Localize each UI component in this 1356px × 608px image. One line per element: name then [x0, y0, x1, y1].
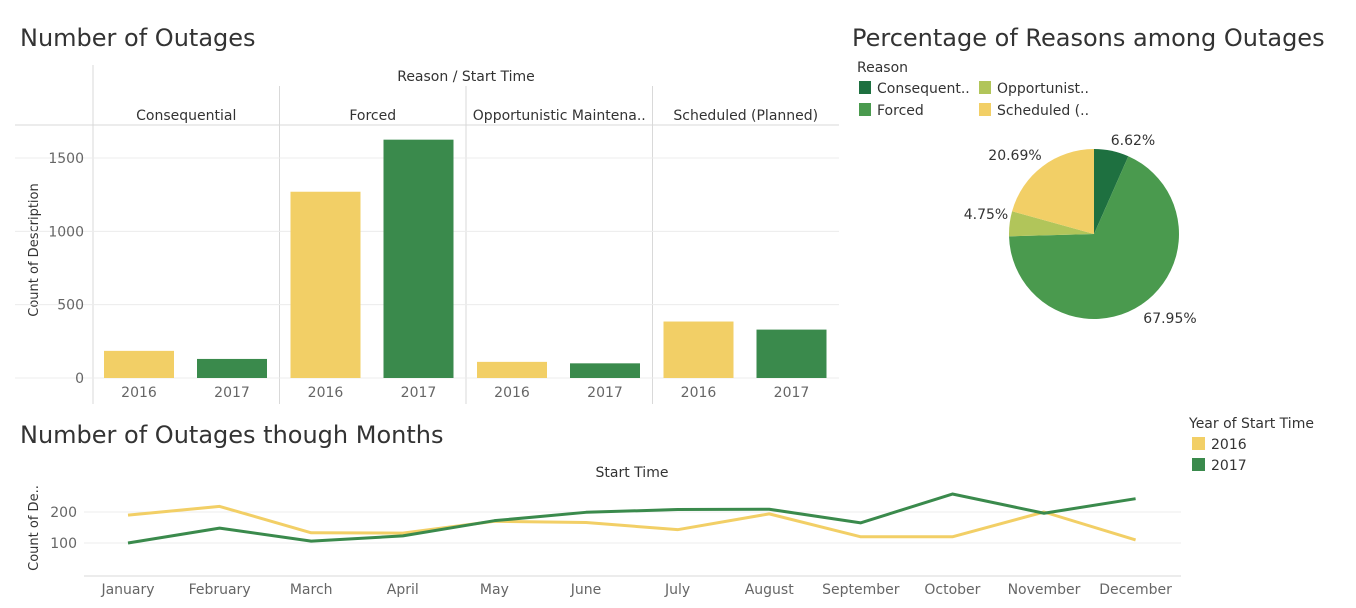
bar-groups: Consequential 2016 2017 Forced 2016 2017 Oppor…: [104, 108, 827, 401]
bar: [477, 361, 547, 378]
pie-legend-title: Reason: [857, 60, 908, 76]
line-gridlines: [84, 511, 1181, 577]
bar-chart: Number of Outages Reason / Start Time Co…: [15, 24, 839, 404]
bar: [197, 358, 267, 378]
year-legend: 2016 2017: [1192, 437, 1247, 474]
line-y-tick-label: 100: [50, 536, 77, 552]
bar: [290, 191, 361, 378]
pie-slice-label: 4.75%: [964, 207, 1008, 223]
pie-chart: Percentage of Reasons among Outages Reas…: [852, 24, 1325, 327]
bar-x-tick-label: 2017: [587, 385, 623, 401]
line-y-axis-title: Count of De..: [27, 485, 42, 571]
line-y-ticks: 100 200: [50, 505, 77, 552]
pie-legend-label: Forced: [877, 103, 924, 119]
line-x-tick-label: March: [290, 582, 333, 598]
bar-group-label: Consequential: [136, 108, 236, 124]
line-x-tick-label: January: [100, 582, 154, 598]
bar-x-tick-label: 2016: [494, 385, 530, 401]
pie-slice-label: 67.95%: [1143, 311, 1196, 327]
line-chart-title: Number of Outages though Months: [20, 421, 443, 449]
year-legend-label: 2016: [1211, 437, 1247, 453]
line-x-tick-label: February: [189, 582, 251, 598]
pie-legend: Consequent.. Opportunist.. Forced Scheduled…: [859, 81, 1089, 119]
pie-legend-label: Opportunist..: [997, 81, 1089, 97]
year-legend-swatch: [1192, 458, 1205, 471]
line-y-tick-label: 200: [50, 505, 77, 521]
bar-y-ticks: 0 500 1000 1500: [48, 151, 84, 387]
bar-x-tick-label: 2016: [121, 385, 157, 401]
line-chart: Number of Outages though Months Start Ti…: [20, 416, 1314, 598]
bar-group-label: Opportunistic Maintena..: [473, 108, 646, 124]
line-x-tick-label: April: [387, 582, 419, 598]
year-legend-title: Year of Start Time: [1188, 416, 1314, 432]
pie-legend-label: Scheduled (..: [997, 103, 1089, 119]
year-legend-swatch: [1192, 437, 1205, 450]
bar-x-tick-label: 2016: [681, 385, 717, 401]
bar-group-label: Forced: [349, 108, 396, 124]
bar-y-tick-label: 1500: [48, 151, 84, 167]
line-x-tick-label: August: [745, 582, 795, 598]
pie-chart-title: Percentage of Reasons among Outages: [852, 24, 1325, 52]
pie-slice-label: 6.62%: [1111, 133, 1155, 149]
line-x-tick-label: June: [570, 582, 602, 598]
bar-y-tick-label: 1000: [48, 224, 84, 240]
bar-x-tick-label: 2017: [774, 385, 810, 401]
pie-legend-swatch: [859, 81, 871, 94]
bar-y-tick-label: 500: [57, 298, 84, 314]
bar-y-axis-title: Count of Description: [27, 183, 42, 316]
bar: [104, 350, 174, 378]
bar-column-header: Reason / Start Time: [397, 69, 535, 85]
bar: [756, 329, 827, 378]
bar: [663, 321, 734, 378]
bar-chart-title: Number of Outages: [20, 24, 256, 52]
line-x-tick-label: July: [664, 582, 690, 598]
line-column-header: Start Time: [596, 465, 669, 481]
bar-x-tick-label: 2017: [214, 385, 250, 401]
bar-x-tick-label: 2016: [308, 385, 344, 401]
line-x-ticks: January February March April May June July Augu…: [100, 582, 1172, 598]
line-x-tick-label: December: [1099, 582, 1172, 598]
line-x-tick-label: October: [924, 582, 980, 598]
pie-slices: [1009, 149, 1179, 319]
line-series-2017: [127, 492, 1136, 545]
bar: [570, 363, 640, 378]
year-legend-label: 2017: [1211, 458, 1247, 474]
line-x-tick-label: November: [1008, 582, 1081, 598]
bar-x-tick-label: 2017: [401, 385, 437, 401]
bar: [383, 139, 454, 378]
pie-legend-swatch: [979, 81, 991, 94]
dashboard-canvas: Number of Outages Reason / Start Time Co…: [15, 24, 1325, 598]
pie-legend-label: Consequent..: [877, 81, 970, 97]
pie-slice-label: 20.69%: [988, 148, 1041, 164]
pie-legend-swatch: [859, 103, 871, 116]
line-x-tick-label: September: [822, 582, 900, 598]
line-series: [127, 492, 1137, 545]
bar-group-label: Scheduled (Planned): [673, 108, 818, 124]
line-x-tick-label: May: [480, 582, 509, 598]
pie-legend-swatch: [979, 103, 991, 116]
bar-y-tick-label: 0: [75, 371, 84, 387]
